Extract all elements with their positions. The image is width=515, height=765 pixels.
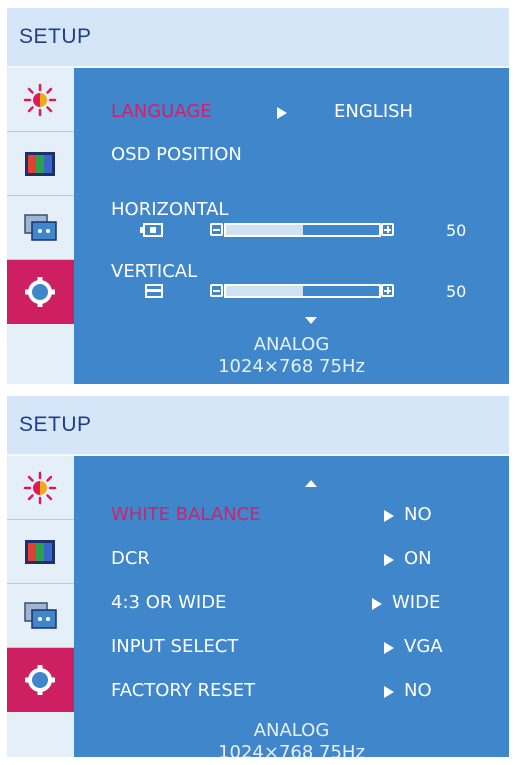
tab-color[interactable] [7, 132, 74, 196]
osd-title-bar: SETUP [7, 8, 509, 68]
osd-setup-panel-options: SETUP WHITE BALANCE NO DCR ON 4:3 OR WID… [7, 396, 509, 757]
menu-item-language[interactable]: LANGUAGE [111, 101, 212, 122]
osd-setup-panel-position: SETUP LANGUAGE ENGLISH OSD POSITION HORI… [7, 8, 509, 384]
vertical-slider-fill [226, 286, 303, 296]
brightness-icon [23, 471, 57, 505]
dcr-value: ON [404, 548, 432, 569]
tab-picture[interactable] [7, 584, 74, 648]
submenu-arrow-icon [384, 686, 394, 698]
scroll-down-icon[interactable] [305, 317, 317, 324]
setup-gear-icon [25, 277, 55, 307]
osd-title: SETUP [19, 413, 92, 436]
osd-content: WHITE BALANCE NO DCR ON 4:3 OR WIDE WIDE… [74, 456, 509, 757]
menu-item-factory-reset[interactable]: FACTORY RESET [111, 680, 255, 701]
tab-color[interactable] [7, 520, 74, 584]
color-bars-icon [25, 152, 55, 176]
osd-title-bar: SETUP [7, 396, 509, 456]
setup-gear-icon [25, 665, 55, 695]
vertical-label: VERTICAL [111, 261, 198, 282]
brightness-icon [23, 83, 57, 117]
submenu-arrow-icon [277, 107, 287, 119]
footer-signal: ANALOG [253, 720, 330, 741]
menu-item-osd-position[interactable]: OSD POSITION [111, 144, 242, 165]
tab-picture[interactable] [7, 196, 74, 260]
osd-title: SETUP [19, 25, 92, 48]
picture-image-icon [24, 602, 57, 629]
footer-resolution: 1024×768 75Hz [218, 742, 365, 757]
footer-resolution: 1024×768 75Hz [218, 356, 365, 377]
vertical-slider[interactable] [224, 284, 381, 298]
scroll-up-icon[interactable] [305, 480, 317, 487]
tab-setup[interactable] [7, 648, 74, 712]
submenu-arrow-icon [384, 642, 394, 654]
menu-item-white-balance[interactable]: WHITE BALANCE [111, 504, 261, 525]
tab-brightness[interactable] [7, 456, 74, 520]
horizontal-slider-fill [226, 225, 303, 235]
vertical-plus-button[interactable] [381, 284, 394, 297]
vertical-position-icon [145, 284, 163, 298]
horizontal-position-icon [140, 223, 163, 237]
horizontal-slider[interactable] [224, 223, 381, 237]
menu-item-aspect[interactable]: 4:3 OR WIDE [111, 592, 226, 613]
white-balance-value: NO [404, 504, 432, 525]
osd-content: LANGUAGE ENGLISH OSD POSITION HORIZONTAL… [74, 68, 509, 384]
horizontal-value: 50 [446, 221, 467, 240]
submenu-arrow-icon [384, 554, 394, 566]
footer-signal: ANALOG [253, 334, 330, 355]
menu-item-dcr[interactable]: DCR [111, 548, 150, 569]
horizontal-minus-button[interactable] [210, 223, 223, 236]
color-bars-icon [25, 540, 55, 564]
input-select-value: VGA [404, 636, 443, 657]
menu-item-input-select[interactable]: INPUT SELECT [111, 636, 238, 657]
picture-image-icon [24, 214, 57, 241]
tab-setup[interactable] [7, 260, 74, 324]
submenu-arrow-icon [372, 598, 382, 610]
vertical-minus-button[interactable] [210, 284, 223, 297]
horizontal-plus-button[interactable] [381, 223, 394, 236]
aspect-value: WIDE [392, 592, 441, 613]
horizontal-label: HORIZONTAL [111, 199, 229, 220]
osd-sidebar [7, 68, 74, 384]
tab-brightness[interactable] [7, 68, 74, 132]
language-value: ENGLISH [334, 101, 414, 122]
factory-reset-value: NO [404, 680, 432, 701]
vertical-value: 50 [446, 282, 467, 301]
osd-sidebar [7, 456, 74, 757]
submenu-arrow-icon [384, 510, 394, 522]
